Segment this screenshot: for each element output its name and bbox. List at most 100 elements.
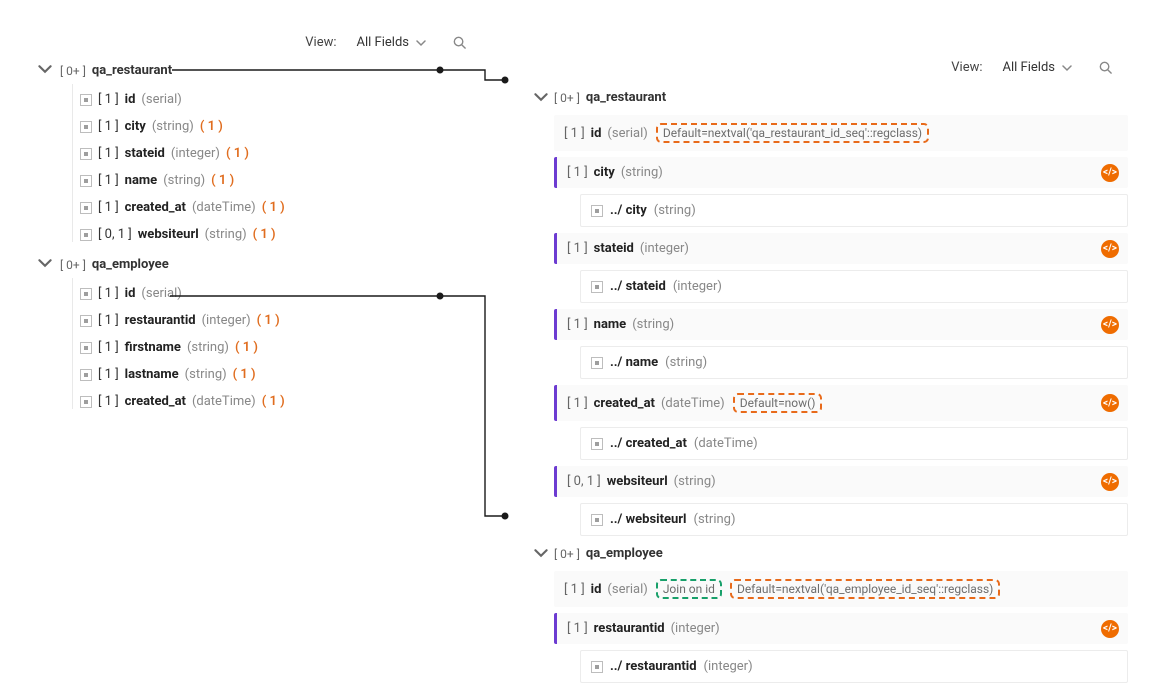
join-annotation: Join on id [656,579,722,599]
mapping-group-header[interactable]: [ 0+ ] qa_employee [554,546,1128,565]
search-icon [1098,60,1113,75]
field-type: (string) [205,227,247,242]
code-icon[interactable]: </> [1101,316,1119,334]
field-header[interactable]: [ 1 ] id (serial) Join on id Default=nex… [554,571,1128,607]
chevron-down-icon [1062,62,1072,72]
tree-group-header[interactable]: [ 0+ ] qa_employee [60,254,482,280]
tree-row[interactable]: [ 1 ]id(serial) [60,280,482,307]
chevron-down-icon [38,62,52,76]
view-label: View: [305,35,336,50]
vline [72,84,73,242]
field-header[interactable]: [ 1 ] stateid (integer) </> [554,233,1128,264]
mapping-child[interactable]: ../ city(string) [580,194,1128,227]
child-path: ../ stateid [610,279,666,294]
left-tree: [ 0+ ] qa_restaurant [ 1 ]id(serial) [ 1… [22,60,482,684]
card: [ 1 ] [98,173,119,188]
field-type: (dateTime) [192,394,256,409]
field-header[interactable]: [ 1 ] created_at (dateTime) Default=now(… [554,385,1128,421]
mapping-group-header[interactable]: [ 0+ ] qa_restaurant [554,90,1128,109]
child-type: (integer) [673,279,722,294]
mapping-group: [ 0+ ] qa_employee [ 1 ] id (serial) Joi… [510,546,1128,683]
tree-row[interactable]: [ 1 ]name(string)( 1 ) [60,167,482,194]
field-header[interactable]: [ 0, 1 ] websiteurl (string) </> [554,466,1128,497]
field-block: [ 0, 1 ] websiteurl (string) </> ../ web… [554,466,1128,536]
tree-group-header[interactable]: [ 0+ ] qa_restaurant [60,60,482,86]
field-icon [591,205,603,217]
field-name: created_at [125,394,186,409]
child-type: (string) [694,512,736,527]
count: ( 1 ) [262,394,285,409]
field-icon [80,148,92,160]
field-type: (serial) [607,582,647,597]
group-name: qa_restaurant [586,90,666,105]
card: [ 1 ] [567,241,588,256]
group-name: qa_restaurant [92,63,172,78]
tree-row[interactable]: [ 1 ]created_at(dateTime)( 1 ) [60,194,482,221]
field-header[interactable]: [ 1 ] restaurantid (integer) </> [554,613,1128,644]
card: [ 1 ] [567,621,588,636]
tree-row[interactable]: [ 1 ]id(serial) [60,86,482,113]
child-path: ../ websiteurl [610,512,687,527]
tree-row[interactable]: [ 1 ]created_at(dateTime)( 1 ) [60,388,482,415]
default-annotation: Default=nextval('qa_restaurant_id_seq'::… [656,123,929,143]
search-icon [452,35,467,50]
default-annotation: Default=now() [733,393,823,413]
field-name: lastname [125,367,179,382]
search-button[interactable] [446,29,472,55]
right-pane: View: All Fields [ 0+ ] qa_restaurant [ … [510,0,1128,684]
field-name: websiteurl [138,227,199,242]
count: ( 1 ) [235,340,258,355]
field-header[interactable]: [ 1 ] name (string) </> [554,309,1128,340]
mapping-child[interactable]: ../ websiteurl (string) [580,503,1128,536]
field-name: created_at [594,396,655,411]
tree-row[interactable]: [ 1 ]stateid(integer)( 1 ) [60,140,482,167]
card-chip: [ 0+ ] [60,64,86,78]
field-type: (integer) [671,621,720,636]
code-icon[interactable]: </> [1101,620,1119,638]
field-header[interactable]: [ 1 ] city (string) </> [554,157,1128,188]
field-name: restaurantid [125,313,196,328]
child-path: ../ created_at [610,436,687,451]
search-button[interactable] [1092,54,1118,80]
mapping-child[interactable]: ../ stateid (integer) [580,270,1128,303]
field-icon [80,94,92,106]
view-value: All Fields [1003,60,1055,75]
child-type: (string) [654,203,696,218]
field-icon [80,121,92,133]
field-name: id [591,126,602,141]
field-icon [591,514,603,526]
field-name: stateid [125,146,165,161]
tree-row[interactable]: [ 1 ]lastname(string)( 1 ) [60,361,482,388]
card: [ 1 ] [98,367,119,382]
card-chip: [ 0+ ] [60,258,86,272]
tree-group: [ 0+ ] qa_employee [ 1 ]id(serial) [ 1 ]… [22,254,482,415]
field-name: firstname [125,340,181,355]
view-select[interactable]: All Fields [995,56,1080,79]
code-icon[interactable]: </> [1101,473,1119,491]
field-icon [591,438,603,450]
code-icon[interactable]: </> [1101,394,1119,412]
view-select[interactable]: All Fields [349,31,434,54]
card: [ 1 ] [564,582,585,597]
tree-row[interactable]: [ 1 ]city(string)( 1 ) [60,113,482,140]
tree-row[interactable]: [ 0, 1 ]websiteurl(string)( 1 ) [60,221,482,248]
tree-row[interactable]: [ 1 ]restaurantid(integer)( 1 ) [60,307,482,334]
field-type: (serial) [141,286,181,301]
count: ( 1 ) [200,119,223,134]
tree-row[interactable]: [ 1 ]firstname(string)( 1 ) [60,334,482,361]
mapping-child[interactable]: ../ restaurantid(integer) [580,650,1128,683]
code-icon[interactable]: </> [1101,164,1119,182]
child-type: (integer) [704,659,753,674]
mapping-child[interactable]: ../ created_at(dateTime) [580,427,1128,460]
count: ( 1 ) [226,146,249,161]
field-icon [591,661,603,673]
field-icon [80,175,92,187]
mapping-child[interactable]: ../ name(string) [580,346,1128,379]
card: [ 1 ] [98,92,119,107]
view-label: View: [951,60,982,75]
field-name: created_at [125,200,186,215]
code-icon[interactable]: </> [1101,240,1119,258]
field-header[interactable]: [ 1 ] id (serial) Default=nextval('qa_re… [554,115,1128,151]
field-icon [591,357,603,369]
field-block: [ 1 ] city (string) </> ../ city(string) [554,157,1128,227]
